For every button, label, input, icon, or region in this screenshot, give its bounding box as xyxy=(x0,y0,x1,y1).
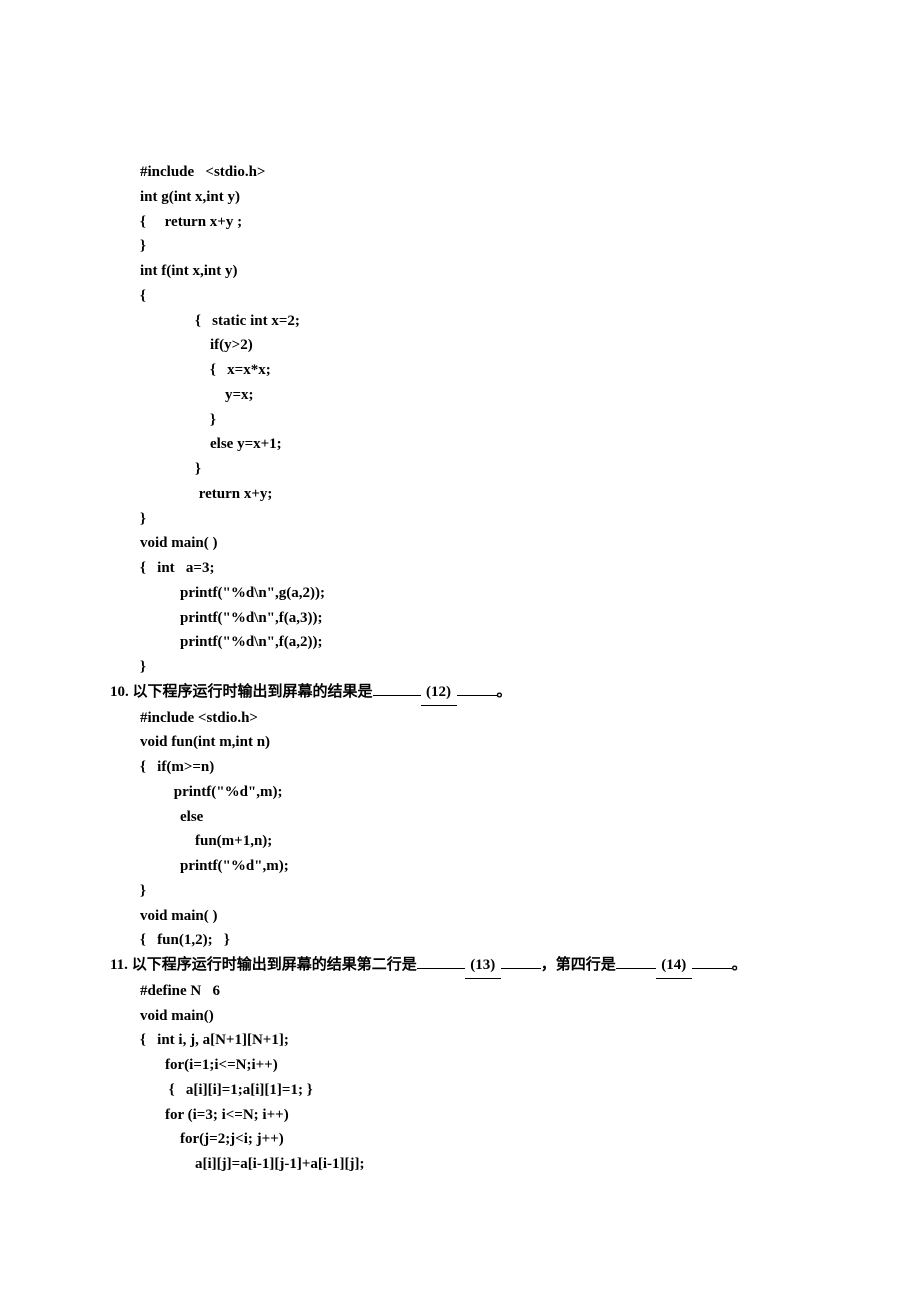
question-number: 11. xyxy=(110,953,128,978)
code-line: } xyxy=(110,457,810,482)
code-line: #include <stdio.h> xyxy=(110,160,810,185)
code-line: { a[i][i]=1;a[i][1]=1; } xyxy=(110,1078,810,1103)
code-line: printf("%d\n",f(a,3)); xyxy=(110,606,810,631)
fill-blank[interactable] xyxy=(692,968,732,969)
code-line: if(y>2) xyxy=(110,333,810,358)
code-line: } xyxy=(110,879,810,904)
code-line: { int i, j, a[N+1][N+1]; xyxy=(110,1028,810,1053)
fill-blank[interactable] xyxy=(373,695,421,696)
code-line: for(j=2;j<i; j++) xyxy=(110,1127,810,1152)
code-line: void main( ) xyxy=(110,531,810,556)
code-line: else y=x+1; xyxy=(110,432,810,457)
code-line: printf("%d",m); xyxy=(110,780,810,805)
blank-label: (13) xyxy=(465,953,501,979)
code-line: printf("%d\n",g(a,2)); xyxy=(110,581,810,606)
code-line: { return x+y ; xyxy=(110,210,810,235)
code-line: { if(m>=n) xyxy=(110,755,810,780)
code-line: } xyxy=(110,655,810,680)
code-line: printf("%d",m); xyxy=(110,854,810,879)
code-line: { x=x*x; xyxy=(110,358,810,383)
code-line: a[i][j]=a[i-1][j-1]+a[i-1][j]; xyxy=(110,1152,810,1177)
code-line: fun(m+1,n); xyxy=(110,829,810,854)
code-line: else xyxy=(110,805,810,830)
code-line: { static int x=2; xyxy=(110,309,810,334)
code-line: int f(int x,int y) xyxy=(110,259,810,284)
code-line: } xyxy=(110,408,810,433)
code-line: return x+y; xyxy=(110,482,810,507)
blank-label: (14) xyxy=(656,953,692,979)
question-11: 11. 以下程序运行时输出到屏幕的结果第二行是 (13) ，第四行是 (14) 。 xyxy=(110,953,810,979)
punct: 。 xyxy=(497,684,512,700)
question-text: 以下程序运行时输出到屏幕的结果是 xyxy=(133,684,373,700)
code-line: { fun(1,2); } xyxy=(110,928,810,953)
question-number: 10. xyxy=(110,680,129,705)
question-10: 10. 以下程序运行时输出到屏幕的结果是 (12) 。 xyxy=(110,680,810,706)
fill-blank[interactable] xyxy=(457,695,497,696)
code-line: int g(int x,int y) xyxy=(110,185,810,210)
question-text: ，第四行是 xyxy=(541,957,616,973)
code-line: printf("%d\n",f(a,2)); xyxy=(110,630,810,655)
code-line: void main( ) xyxy=(110,904,810,929)
blank-label: (12) xyxy=(421,680,457,706)
code-line: } xyxy=(110,234,810,259)
code-line: { int a=3; xyxy=(110,556,810,581)
code-line: for (i=3; i<=N; i++) xyxy=(110,1103,810,1128)
page: #include <stdio.h> int g(int x,int y) { … xyxy=(0,0,920,1302)
code-line: void main() xyxy=(110,1004,810,1029)
fill-blank[interactable] xyxy=(501,968,541,969)
code-line: void fun(int m,int n) xyxy=(110,730,810,755)
fill-blank[interactable] xyxy=(417,968,465,969)
code-line: for(i=1;i<=N;i++) xyxy=(110,1053,810,1078)
code-line: #define N 6 xyxy=(110,979,810,1004)
code-line: } xyxy=(110,507,810,532)
punct: 。 xyxy=(732,957,747,973)
fill-blank[interactable] xyxy=(616,968,656,969)
code-line: { xyxy=(110,284,810,309)
code-line: #include <stdio.h> xyxy=(110,706,810,731)
code-line: y=x; xyxy=(110,383,810,408)
question-text: 以下程序运行时输出到屏幕的结果第二行是 xyxy=(132,957,417,973)
